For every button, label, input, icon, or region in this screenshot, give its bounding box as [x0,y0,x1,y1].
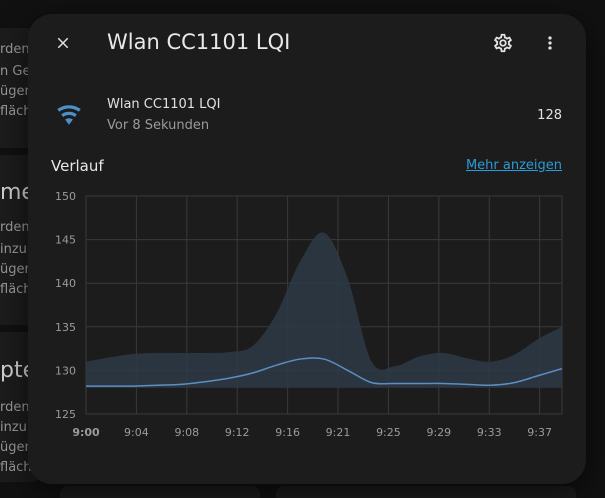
x-tick-label: 9:33 [477,426,502,439]
background-text: rden [0,220,30,235]
more-info-dialog: Wlan CC1101 LQI Wlan CC1101 LQI Vor 8 Se… [28,14,586,484]
background-text: n Ge [0,64,31,79]
dialog-header: Wlan CC1101 LQI [28,14,586,72]
settings-button[interactable] [485,25,521,61]
min-max-band [86,232,562,388]
x-tick-label: 9:21 [326,426,351,439]
x-tick-label: 9:04 [124,426,149,439]
background-text: fläch [0,460,32,475]
background-text: fläch [0,104,32,119]
y-tick-label: 145 [55,234,76,247]
gear-icon [494,33,512,53]
x-tick-label: 9:25 [376,426,401,439]
x-tick-label: 9:08 [174,426,199,439]
background-text: rden [0,400,30,415]
x-tick-label: 9:37 [527,426,552,439]
dots-vertical-icon [548,36,552,50]
entity-row: Wlan CC1101 LQI Vor 8 Sekunden 128 [28,84,586,144]
background-text: inzu [0,242,27,257]
entity-name: Wlan CC1101 LQI [107,97,221,112]
history-chart[interactable]: 125 130 135 140 145 150 9:00 9:04 9:08 9:12 9:16 9:… [28,184,586,454]
background-card [60,486,260,498]
x-tick-label: 9:29 [426,426,451,439]
y-tick-label: 140 [55,277,76,290]
background-text: inzu [0,420,27,435]
background-card [276,486,576,498]
y-tick-label: 125 [55,408,76,421]
x-tick-label: 9:12 [225,426,250,439]
entity-state-value: 128 [537,108,562,123]
close-icon [57,37,69,49]
background-text: fläch [0,282,32,297]
close-button[interactable] [45,25,81,61]
entity-last-changed: Vor 8 Sekunden [107,118,210,133]
wifi-icon [56,102,82,132]
show-more-link[interactable]: Mehr anzeigen [466,158,562,173]
background-text: rden [0,42,30,57]
y-tick-label: 150 [55,190,76,203]
x-tick-label: 9:00 [72,426,100,439]
y-tick-label: 135 [55,321,76,334]
history-title: Verlauf [51,157,104,175]
x-tick-label: 9:16 [275,426,300,439]
dialog-title: Wlan CC1101 LQI [107,30,291,54]
more-options-button[interactable] [532,25,568,61]
y-tick-label: 130 [55,364,76,377]
